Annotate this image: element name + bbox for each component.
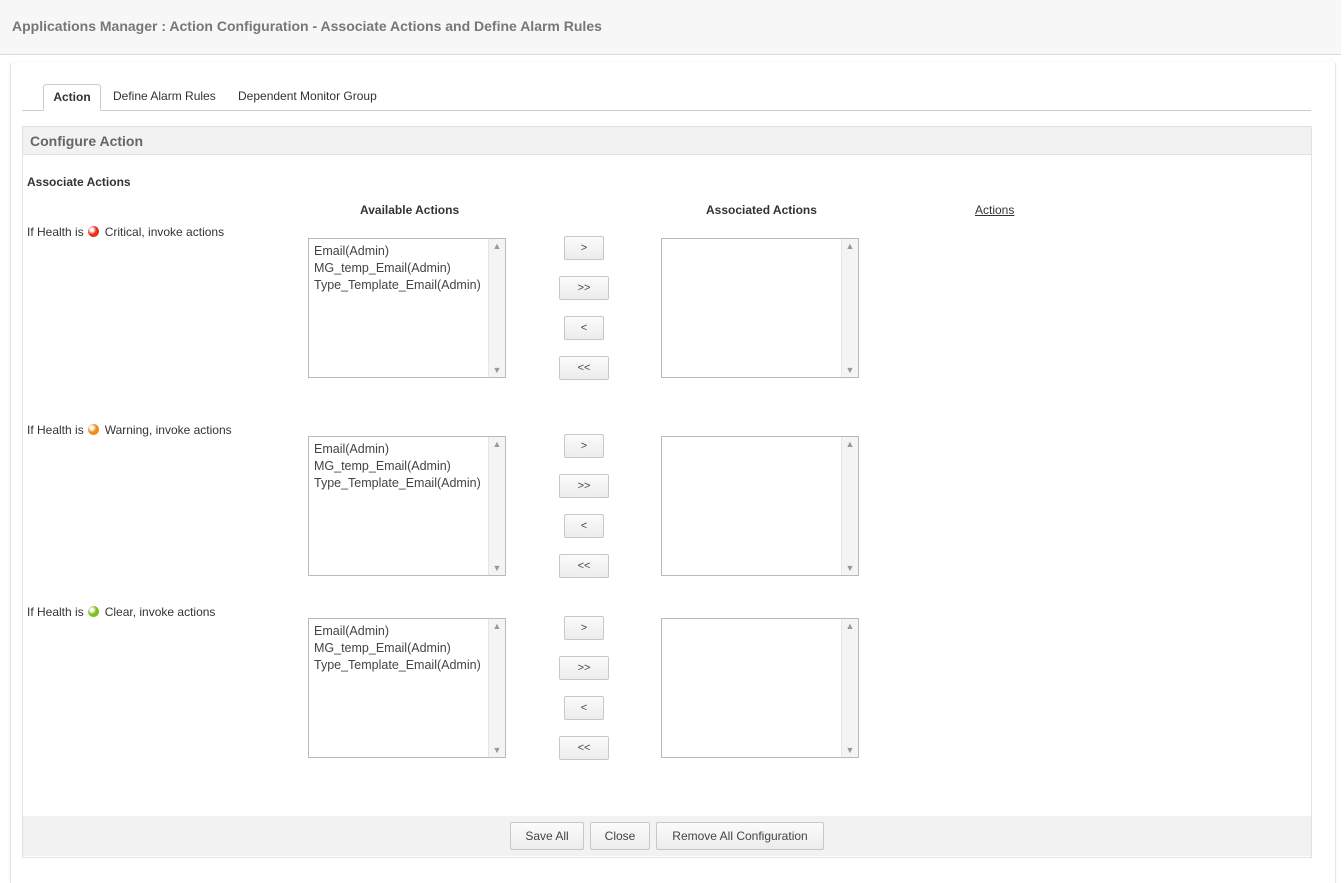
list-item[interactable]: Type_Template_Email(Admin) xyxy=(314,475,481,492)
scroll-down-icon[interactable]: ▼ xyxy=(489,563,505,573)
scroll-up-icon[interactable]: ▲ xyxy=(842,621,858,631)
save-all-button[interactable]: Save All xyxy=(510,822,584,850)
list-item[interactable]: Email(Admin) xyxy=(314,623,481,640)
scrollbar[interactable]: ▲ ▼ xyxy=(841,437,858,575)
scrollbar[interactable]: ▲ ▼ xyxy=(488,437,505,575)
tab-dependent-monitor-group[interactable]: Dependent Monitor Group xyxy=(238,84,377,109)
scroll-up-icon[interactable]: ▲ xyxy=(489,439,505,449)
critical-remove-button[interactable]: < xyxy=(564,316,604,340)
tab-define-alarm-rules[interactable]: Define Alarm Rules xyxy=(113,84,216,109)
scroll-up-icon[interactable]: ▲ xyxy=(842,241,858,251)
scroll-down-icon[interactable]: ▼ xyxy=(842,365,858,375)
clear-add-button[interactable]: > xyxy=(564,616,604,640)
row-prefix: If Health is xyxy=(27,225,84,239)
critical-row-label: If Health is Critical, invoke actions xyxy=(27,225,224,239)
row-status-text: Critical, invoke actions xyxy=(104,225,225,239)
warning-row-label: If Health is Warning, invoke actions xyxy=(27,423,232,437)
section-header: Configure Action xyxy=(23,127,1311,155)
list-item[interactable]: MG_temp_Email(Admin) xyxy=(314,260,481,277)
associate-actions-label: Associate Actions xyxy=(27,175,131,189)
clear-status-icon xyxy=(87,606,99,617)
critical-remove-all-button[interactable]: << xyxy=(559,356,609,380)
list-item[interactable]: Type_Template_Email(Admin) xyxy=(314,657,481,674)
critical-add-all-button[interactable]: >> xyxy=(559,276,609,300)
clear-associated-actions-list[interactable]: ▲ ▼ xyxy=(661,618,859,758)
clear-row-label: If Health is Clear, invoke actions xyxy=(27,605,215,619)
warning-associated-actions-list[interactable]: ▲ ▼ xyxy=(661,436,859,576)
list-item[interactable]: Email(Admin) xyxy=(314,243,481,260)
close-button[interactable]: Close xyxy=(590,822,650,850)
remove-all-configuration-button[interactable]: Remove All Configuration xyxy=(656,822,824,850)
critical-add-button[interactable]: > xyxy=(564,236,604,260)
warning-status-icon xyxy=(87,424,99,435)
critical-available-actions-list[interactable]: Email(Admin) MG_temp_Email(Admin) Type_T… xyxy=(308,238,506,378)
scrollbar[interactable]: ▲ ▼ xyxy=(488,239,505,377)
scroll-down-icon[interactable]: ▼ xyxy=(842,563,858,573)
available-actions-header: Available Actions xyxy=(360,203,460,217)
associated-actions-header: Associated Actions xyxy=(706,203,817,217)
warning-add-all-button[interactable]: >> xyxy=(559,474,609,498)
tab-action[interactable]: Action xyxy=(43,84,101,111)
row-prefix: If Health is xyxy=(27,423,84,437)
warning-available-actions-list[interactable]: Email(Admin) MG_temp_Email(Admin) Type_T… xyxy=(308,436,506,576)
clear-add-all-button[interactable]: >> xyxy=(559,656,609,680)
warning-remove-all-button[interactable]: << xyxy=(559,554,609,578)
row-status-text: Warning, invoke actions xyxy=(104,423,232,437)
page-title: Applications Manager : Action Configurat… xyxy=(12,18,602,34)
row-status-text: Clear, invoke actions xyxy=(104,605,216,619)
scroll-up-icon[interactable]: ▲ xyxy=(489,241,505,251)
warning-add-button[interactable]: > xyxy=(564,434,604,458)
clear-remove-all-button[interactable]: << xyxy=(559,736,609,760)
scroll-down-icon[interactable]: ▼ xyxy=(489,365,505,375)
critical-status-icon xyxy=(87,226,99,237)
clear-available-actions-list[interactable]: Email(Admin) MG_temp_Email(Admin) Type_T… xyxy=(308,618,506,758)
clear-remove-button[interactable]: < xyxy=(564,696,604,720)
critical-associated-actions-list[interactable]: ▲ ▼ xyxy=(661,238,859,378)
warning-remove-button[interactable]: < xyxy=(564,514,604,538)
title-bar: Applications Manager : Action Configurat… xyxy=(0,0,1341,55)
list-item[interactable]: Email(Admin) xyxy=(314,441,481,458)
scroll-up-icon[interactable]: ▲ xyxy=(842,439,858,449)
scrollbar[interactable]: ▲ ▼ xyxy=(841,619,858,757)
list-item[interactable]: Type_Template_Email(Admin) xyxy=(314,277,481,294)
list-item[interactable]: MG_temp_Email(Admin) xyxy=(314,458,481,475)
scroll-up-icon[interactable]: ▲ xyxy=(489,621,505,631)
list-item[interactable]: MG_temp_Email(Admin) xyxy=(314,640,481,657)
actions-link[interactable]: Actions xyxy=(975,203,1014,217)
scrollbar[interactable]: ▲ ▼ xyxy=(841,239,858,377)
row-prefix: If Health is xyxy=(27,605,84,619)
tab-bar: Action Define Alarm Rules Dependent Moni… xyxy=(22,84,1311,111)
scrollbar[interactable]: ▲ ▼ xyxy=(488,619,505,757)
section-title: Configure Action xyxy=(30,133,144,149)
scroll-down-icon[interactable]: ▼ xyxy=(489,745,505,755)
scroll-down-icon[interactable]: ▼ xyxy=(842,745,858,755)
